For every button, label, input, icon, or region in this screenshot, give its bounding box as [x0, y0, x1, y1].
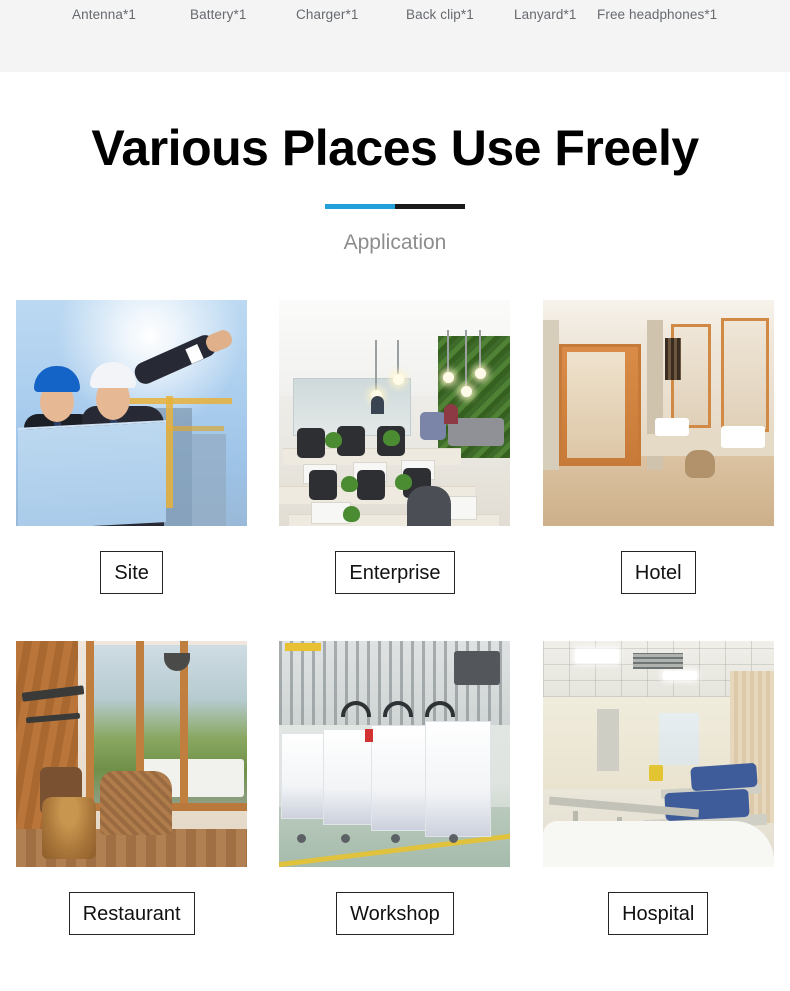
section-subtitle: Application: [343, 231, 447, 254]
hospital-ward-beds-photo: [542, 641, 774, 867]
application-label: Enterprise: [349, 561, 441, 584]
hotel-photo-frame: [542, 300, 774, 526]
restaurant-photo-frame: [16, 641, 248, 867]
section-heading-block: Various Places Use Freely Application: [0, 72, 790, 255]
restaurant-label-box[interactable]: Restaurant: [68, 892, 195, 935]
application-label: Hotel: [634, 561, 682, 584]
accessory-item-charger: Charger*1: [296, 7, 359, 22]
accessory-item-antenna: Antenna*1: [72, 7, 136, 22]
application-grid: Site Enterprise Hotel Restaurant Worksho…: [0, 300, 790, 935]
application-row: Restaurant Workshop Hospital: [0, 641, 790, 935]
hospital-photo-frame: [542, 641, 774, 867]
hotel-bathroom-corridor-photo: [542, 300, 774, 526]
site-label-box[interactable]: Site: [100, 551, 163, 594]
application-card-enterprise[interactable]: Enterprise: [263, 300, 526, 594]
construction-site-engineers-photo: [16, 300, 248, 526]
accessories-list: Antenna*1 Battery*1 Charger*1 Back clip*…: [0, 0, 790, 30]
application-section-page: Antenna*1 Battery*1 Charger*1 Back clip*…: [0, 0, 790, 991]
application-label: Site: [114, 561, 149, 584]
open-plan-office-photo: [279, 300, 511, 526]
accessory-item-back-clip: Back clip*1: [406, 7, 474, 22]
site-photo-frame: [16, 300, 248, 526]
application-card-hotel[interactable]: Hotel: [527, 300, 790, 594]
application-label: Hospital: [622, 902, 695, 925]
application-label: Restaurant: [82, 902, 181, 925]
application-card-site[interactable]: Site: [0, 300, 263, 594]
accessories-strip: Antenna*1 Battery*1 Charger*1 Back clip*…: [0, 0, 790, 72]
workshop-label-box[interactable]: Workshop: [336, 892, 454, 935]
application-card-restaurant[interactable]: Restaurant: [0, 641, 263, 935]
application-card-workshop[interactable]: Workshop: [263, 641, 526, 935]
enterprise-label-box[interactable]: Enterprise: [335, 551, 455, 594]
title-divider-rule: [325, 204, 465, 209]
workshop-photo-frame: [279, 641, 511, 867]
factory-workshop-machines-photo: [279, 641, 511, 867]
hotel-label-box[interactable]: Hotel: [620, 551, 696, 594]
divider-segment-blue: [325, 204, 395, 209]
restaurant-terrace-photo: [16, 641, 248, 867]
application-label: Workshop: [350, 902, 440, 925]
accessory-item-battery: Battery*1: [190, 7, 247, 22]
hospital-label-box[interactable]: Hospital: [608, 892, 709, 935]
accessory-item-free-headphones: Free headphones*1: [597, 7, 718, 22]
enterprise-photo-frame: [279, 300, 511, 526]
accessory-item-lanyard: Lanyard*1: [514, 7, 577, 22]
application-row: Site Enterprise Hotel: [0, 300, 790, 594]
application-card-hospital[interactable]: Hospital: [527, 641, 790, 935]
page-title: Various Places Use Freely: [91, 120, 699, 176]
divider-segment-dark: [395, 204, 465, 209]
